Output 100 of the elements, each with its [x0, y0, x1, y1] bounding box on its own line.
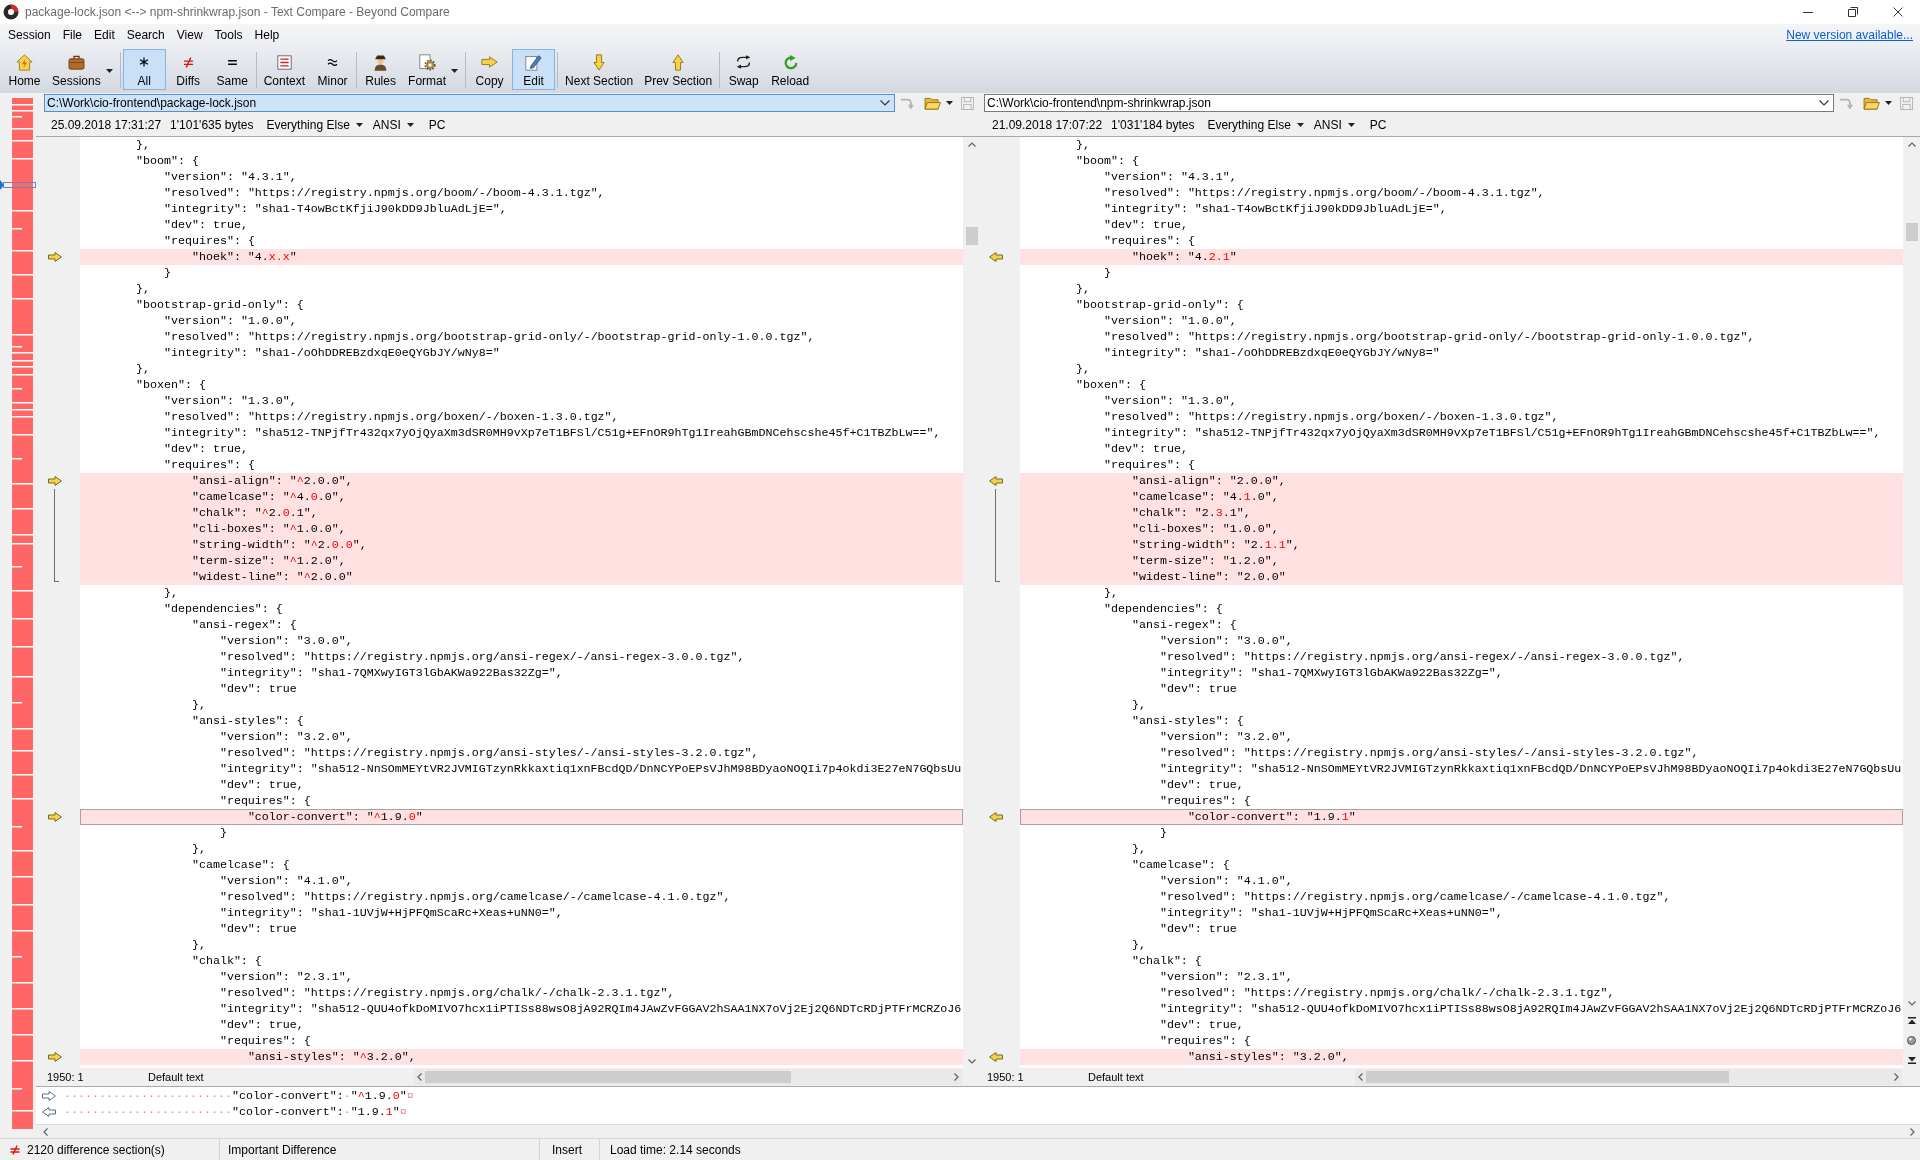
toolbar-button[interactable]: Prev Section: [639, 49, 718, 90]
arrow-left-icon[interactable]: [989, 252, 1003, 262]
toolbar-button[interactable]: Reload: [766, 49, 815, 90]
arrow-right-icon[interactable]: [48, 476, 62, 486]
toolbar-button[interactable]: Swap: [722, 49, 766, 90]
file-size: 1'101'635 bytes: [170, 117, 254, 132]
encoding-dropdown[interactable]: ANSI: [1313, 117, 1355, 132]
code-line: "resolved": "https://registry.npmjs.org/chalk/-/chalk-2.3.1.tgz",: [219, 985, 675, 1001]
toolbar-button[interactable]: Edit: [512, 49, 556, 90]
open-file-button[interactable]: [1863, 96, 1892, 110]
arrow-up-bar-icon[interactable]: [1907, 1017, 1916, 1025]
code-line: "boom": {: [1075, 153, 1139, 169]
difference-overview-map[interactable]: [0, 98, 36, 1129]
arrow-left-icon[interactable]: [989, 1052, 1003, 1062]
caret-down-icon: [355, 122, 363, 127]
chevron-down-icon[interactable]: [880, 100, 890, 106]
chevron-down-icon[interactable]: [1819, 100, 1829, 106]
chevron-up-icon[interactable]: [1907, 142, 1916, 147]
code-line: "camelcase": "4.1.0",: [1131, 489, 1279, 505]
toolbar-button[interactable]: Rules: [359, 49, 403, 90]
toolbar-button[interactable]: Format: [403, 49, 464, 90]
scrollbar-thumb[interactable]: [425, 1071, 791, 1083]
chevron-left-icon[interactable]: [1358, 1073, 1363, 1081]
document-lines-icon: [276, 54, 292, 70]
code-line: }: [1103, 265, 1111, 281]
asterisk-icon: [139, 57, 150, 67]
code-line: "color-convert": "^1.9.0": [247, 809, 423, 825]
code-line: "integrity": "sha512-NnSOmMEYtVR2JVMIGTzynRkkaxtiq1xnFBcdQD/DnNCYPoEPsVJhM98BDyaoNOQIi7p4okdi3E27eN7GQbsUu: [219, 761, 962, 777]
toolbar-button[interactable]: All: [122, 49, 166, 90]
arrow-left-icon[interactable]: [989, 476, 1003, 486]
chevron-down-icon[interactable]: [1907, 1001, 1916, 1006]
arrow-right-icon[interactable]: [48, 1052, 62, 1062]
arrow-right-icon[interactable]: [48, 812, 62, 822]
line-detail-text: ························"color-convert":·"^1.9.0"¤: [64, 1088, 414, 1104]
arrow-down-bar-icon[interactable]: [1907, 1056, 1916, 1064]
code-line: "chalk": {: [191, 953, 262, 969]
menu-item[interactable]: Session: [2, 25, 57, 45]
scrollbar-thumb[interactable]: [965, 227, 978, 245]
code-line: },: [1131, 841, 1146, 857]
code-line: },: [163, 585, 178, 601]
menu-item[interactable]: Help: [248, 25, 286, 45]
open-file-button[interactable]: [924, 96, 953, 110]
path-field[interactable]: C:\Work\cio-frontend\npm-shrinkwrap.json: [984, 94, 1834, 112]
encoding-dropdown[interactable]: ANSI: [372, 117, 414, 132]
code-line: "version": "4.1.0",: [219, 873, 353, 889]
horizontal-scrollbar[interactable]: [1355, 1069, 1902, 1085]
caret-down-icon: [1296, 122, 1304, 127]
chevron-right-icon[interactable]: [1910, 1127, 1915, 1136]
filter-dropdown[interactable]: Everything Else: [266, 117, 363, 132]
code-line: "dev": true,: [163, 441, 248, 457]
toolbar-button[interactable]: Same: [210, 49, 254, 90]
toolbar-button[interactable]: Context: [258, 49, 311, 90]
horizontal-scrollbar[interactable]: [414, 1069, 962, 1085]
ball-icon[interactable]: [1907, 1036, 1916, 1045]
toolbar-button[interactable]: Minor: [311, 49, 355, 90]
code-line: "integrity": "sha1-T4owBctKfjiJ90kDD9JbluAdLjE=",: [163, 201, 507, 217]
menu-item[interactable]: View: [170, 25, 209, 45]
caret-down-icon: [1347, 122, 1355, 127]
path-field[interactable]: C:\Work\cio-frontend\package-lock.json: [44, 94, 895, 112]
toolbar-button[interactable]: Sessions: [47, 49, 118, 90]
code-line: "dev": true,: [1159, 777, 1244, 793]
code-line: },: [1131, 937, 1146, 953]
filter-dropdown[interactable]: Everything Else: [1207, 117, 1304, 132]
code-line: "ansi-regex": {: [1131, 617, 1237, 633]
code-line: },: [191, 841, 206, 857]
code-line: "resolved": "https://registry.npmjs.org/bootstrap-grid-only/-/bootstrap-grid-only-1.0.0.tgz",: [1103, 329, 1755, 345]
code-line: "dev": true,: [1103, 217, 1188, 233]
toolbar-button[interactable]: Copy: [468, 49, 512, 90]
code-line: "dependencies": {: [163, 601, 283, 617]
chevron-up-icon[interactable]: [967, 142, 976, 147]
code-line: "resolved": "https://registry.npmjs.org/ansi-regex/-/ansi-regex-3.0.0.tgz",: [1159, 649, 1685, 665]
chevron-right-icon[interactable]: [1894, 1073, 1899, 1081]
menu-item[interactable]: File: [56, 25, 89, 45]
code-line: "ansi-align": "^2.0.0",: [191, 473, 353, 489]
chevron-left-icon[interactable]: [43, 1127, 48, 1136]
scrollbar-thumb[interactable]: [1366, 1071, 1729, 1083]
code-line: "widest-line": "^2.0.0": [191, 569, 353, 585]
edit-mode: Insert: [552, 1142, 582, 1157]
chevron-left-icon[interactable]: [417, 1073, 422, 1081]
minimize-icon: [1802, 11, 1813, 13]
window-title: package-lock.json <--> npm-shrinkwrap.json - Text Compare - Beyond Compare: [25, 5, 450, 19]
arrow-left-icon[interactable]: [989, 812, 1003, 822]
scrollbar-thumb[interactable]: [1905, 223, 1918, 241]
code-line: "integrity": "sha1-1UVjW+HjPFQmScaRc+Xeas+uNN0=",: [1159, 905, 1503, 921]
code-line: },: [1103, 585, 1118, 601]
code-line: "requires": {: [1103, 457, 1195, 473]
toolbar-button[interactable]: Next Section: [560, 49, 639, 90]
chevron-right-icon[interactable]: [954, 1073, 959, 1081]
arrow-right-icon[interactable]: [48, 252, 62, 262]
code-line: "requires": {: [163, 233, 255, 249]
menu-item[interactable]: Search: [120, 25, 171, 45]
caret-down-icon: [946, 101, 953, 105]
chevron-down-icon[interactable]: [967, 1059, 976, 1064]
code-line: "requires": {: [1103, 233, 1195, 249]
menu-item[interactable]: Tools: [208, 25, 249, 45]
update-link[interactable]: New version available...: [1786, 28, 1913, 42]
menu-item[interactable]: Edit: [88, 25, 121, 45]
toolbar-button[interactable]: Home: [3, 49, 46, 90]
toolbar-button[interactable]: Diffs: [166, 49, 210, 90]
horizontal-scrollbar[interactable]: [36, 1124, 1920, 1138]
